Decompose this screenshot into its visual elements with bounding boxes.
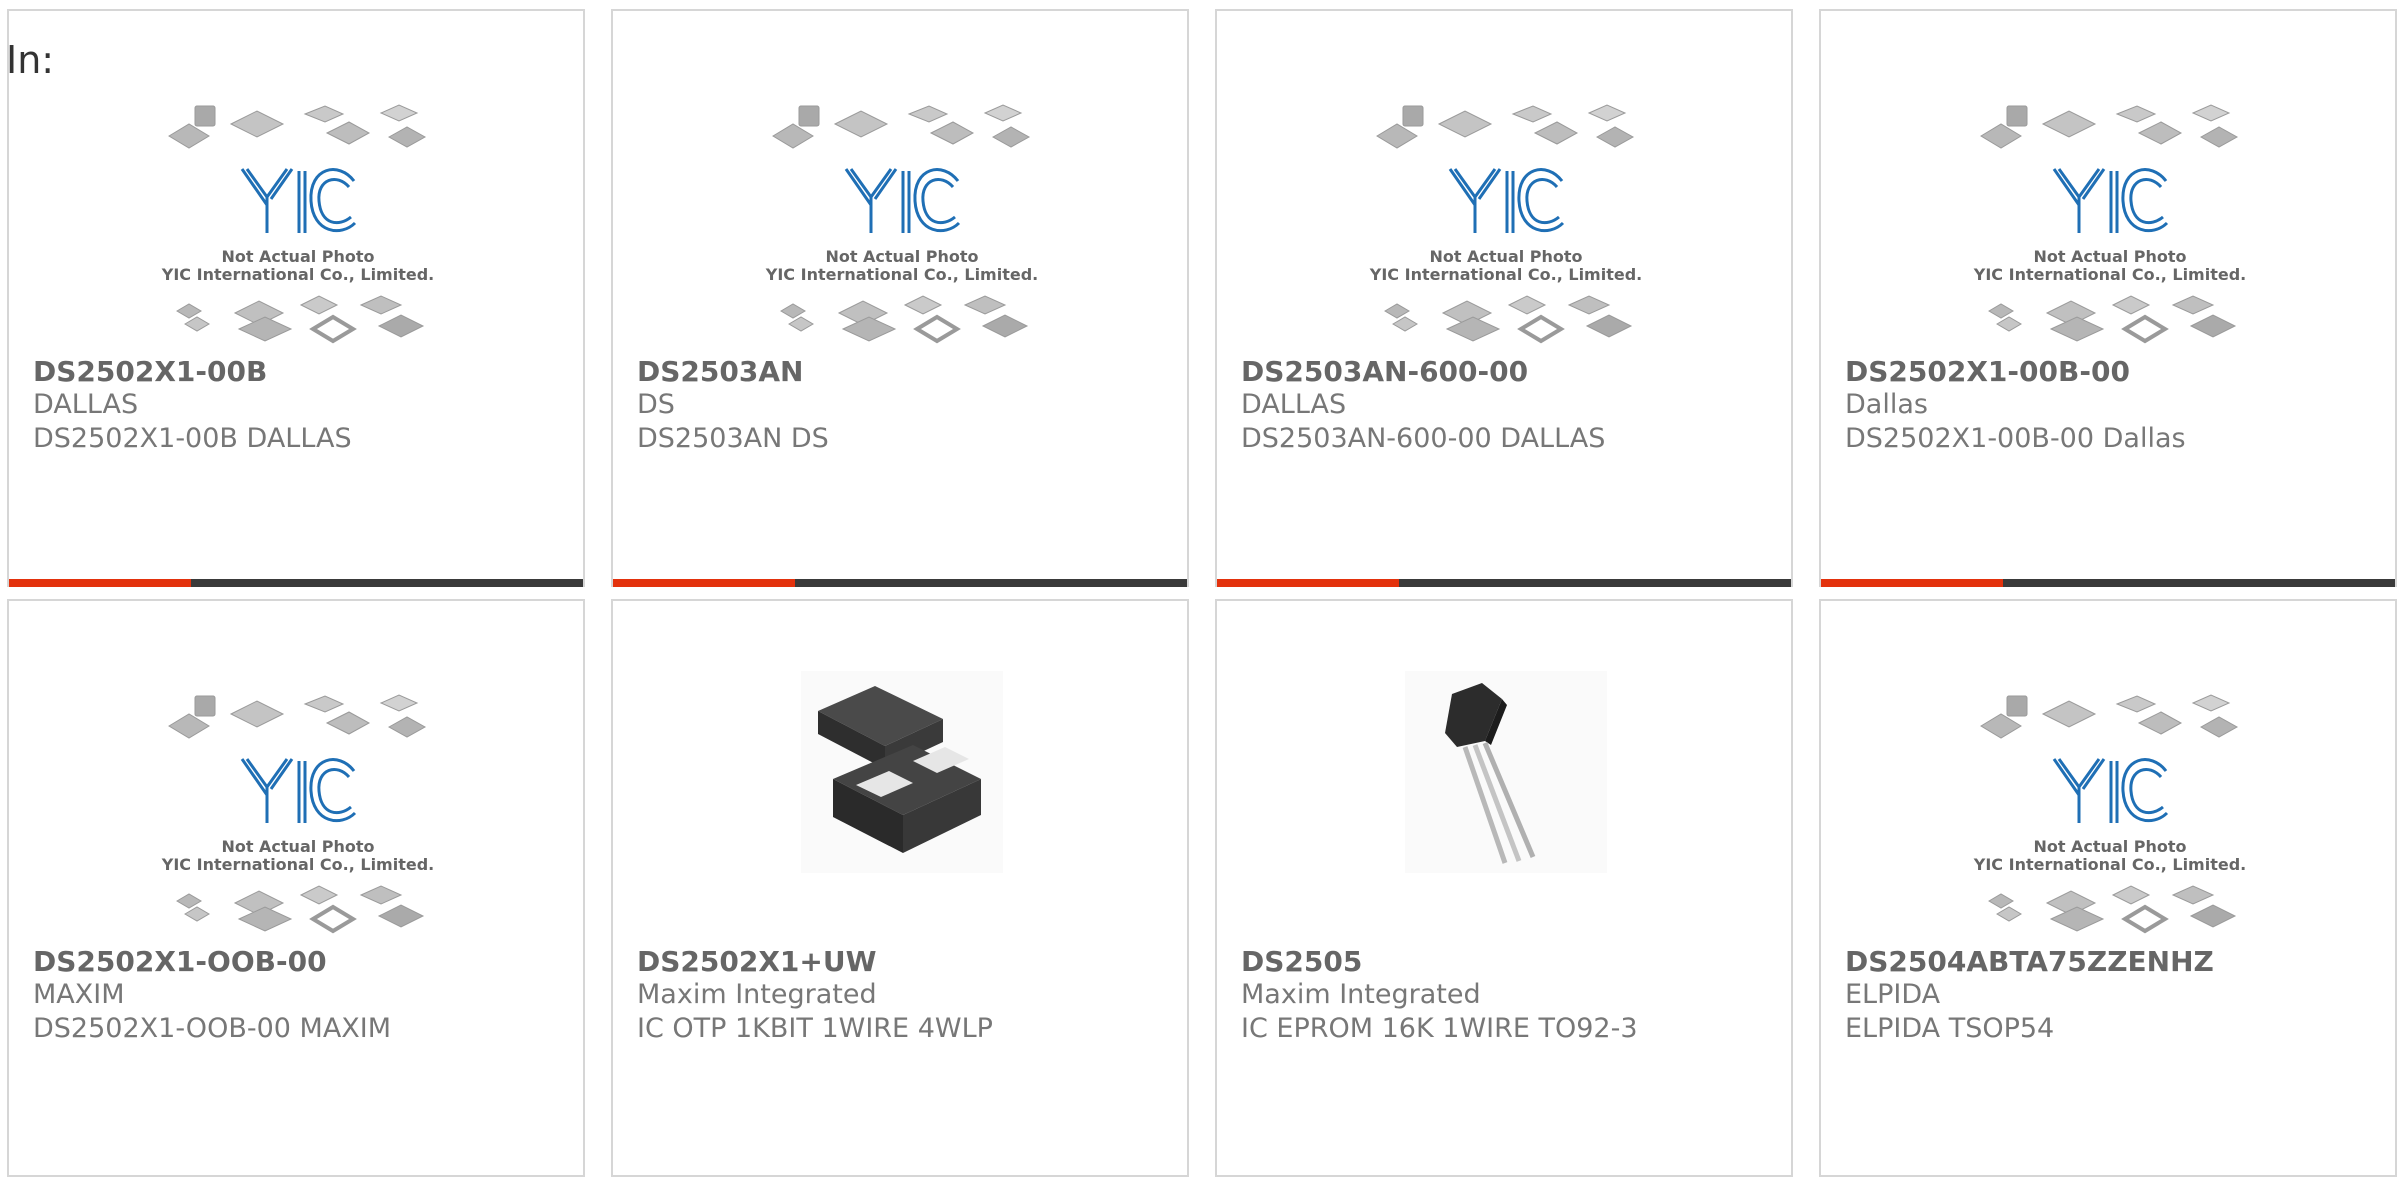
product-card[interactable]: Not Actual Photo YIC International Co., … — [611, 9, 1189, 587]
product-image: Not Actual Photo YIC International Co., … — [1821, 11, 2395, 344]
product-card[interactable]: Not Actual Photo YIC International Co., … — [1819, 9, 2397, 587]
description: DS2502X1-OOB-00 MAXIM — [33, 1013, 392, 1044]
svg-text:Not Actual Photo: Not Actual Photo — [221, 837, 374, 856]
accent-bar — [9, 579, 191, 587]
svg-text:YIC International Co., Limited: YIC International Co., Limited. — [1973, 265, 2246, 284]
card-bottom-bar — [1217, 579, 1791, 587]
part-number: DS2502X1+UW — [637, 945, 877, 978]
svg-text:YIC International Co., Limited: YIC International Co., Limited. — [1369, 265, 1642, 284]
card-bottom-bar — [1821, 579, 2395, 587]
accent-bar — [1821, 579, 2003, 587]
description: DS2503AN DS — [637, 423, 829, 454]
in-label: In: — [6, 38, 55, 82]
product-image: Not Actual Photo YIC International Co., … — [1821, 601, 2395, 934]
product-card[interactable]: Not Actual Photo YIC International Co., … — [1215, 9, 1793, 587]
manufacturer: DS — [637, 389, 675, 420]
product-image — [1217, 601, 1791, 873]
product-image: Not Actual Photo YIC International Co., … — [9, 601, 583, 934]
manufacturer: DALLAS — [33, 389, 139, 420]
description: DS2503AN-600-00 DALLAS — [1241, 423, 1606, 454]
description: DS2502X1-00B DALLAS — [33, 423, 352, 454]
description: DS2502X1-00B-00 Dallas — [1845, 423, 2186, 454]
card-bottom-bar — [613, 579, 1187, 587]
part-number: DS2502X1-OOB-00 — [33, 945, 327, 978]
product-card[interactable]: Not Actual Photo YIC International Co., … — [7, 599, 585, 1177]
svg-text:YIC International Co., Limited: YIC International Co., Limited. — [161, 855, 434, 874]
part-number: DS2503AN — [637, 355, 804, 388]
card-bottom-bar — [9, 579, 583, 587]
manufacturer: DALLAS — [1241, 389, 1347, 420]
svg-text:Not Actual Photo: Not Actual Photo — [825, 247, 978, 266]
accent-bar — [1217, 579, 1399, 587]
svg-text:Not Actual Photo: Not Actual Photo — [2033, 837, 2186, 856]
svg-text:Not Actual Photo: Not Actual Photo — [221, 247, 374, 266]
product-card[interactable]: Not Actual Photo YIC International Co., … — [1819, 599, 2397, 1177]
svg-text:Not Actual Photo: Not Actual Photo — [2033, 247, 2186, 266]
product-grid: Not Actual Photo YIC International Co., … — [0, 0, 2400, 1177]
product-card[interactable]: DS2505 Maxim Integrated IC EPROM 16K 1WI… — [1215, 599, 1793, 1177]
part-number: DS2502X1-00B — [33, 355, 268, 388]
manufacturer: Maxim Integrated — [637, 979, 877, 1010]
product-image — [613, 601, 1187, 873]
part-number: DS2505 — [1241, 945, 1363, 978]
svg-text:Not Actual Photo: Not Actual Photo — [1429, 247, 1582, 266]
manufacturer: Maxim Integrated — [1241, 979, 1481, 1010]
description: IC OTP 1KBIT 1WIRE 4WLP — [637, 1013, 993, 1044]
part-number: DS2502X1-00B-00 — [1845, 355, 2130, 388]
accent-bar — [613, 579, 795, 587]
manufacturer: MAXIM — [33, 979, 125, 1010]
product-card[interactable]: Not Actual Photo YIC International Co., … — [7, 9, 585, 587]
product-card[interactable]: DS2502X1+UW Maxim Integrated IC OTP 1KBI… — [611, 599, 1189, 1177]
product-image: Not Actual Photo YIC International Co., … — [9, 11, 583, 344]
product-image: Not Actual Photo YIC International Co., … — [613, 11, 1187, 344]
product-image: Not Actual Photo YIC International Co., … — [1217, 11, 1791, 344]
description: IC EPROM 16K 1WIRE TO92-3 — [1241, 1013, 1638, 1044]
svg-text:YIC International Co., Limited: YIC International Co., Limited. — [161, 265, 434, 284]
svg-text:YIC International Co., Limited: YIC International Co., Limited. — [1973, 855, 2246, 874]
manufacturer: ELPIDA — [1845, 979, 1941, 1010]
svg-text:YIC International Co., Limited: YIC International Co., Limited. — [765, 265, 1038, 284]
manufacturer: Dallas — [1845, 389, 1928, 420]
part-number: DS2503AN-600-00 — [1241, 355, 1529, 388]
part-number: DS2504ABTA75ZZENHZ — [1845, 945, 2214, 978]
description: ELPIDA TSOP54 — [1845, 1013, 2055, 1044]
